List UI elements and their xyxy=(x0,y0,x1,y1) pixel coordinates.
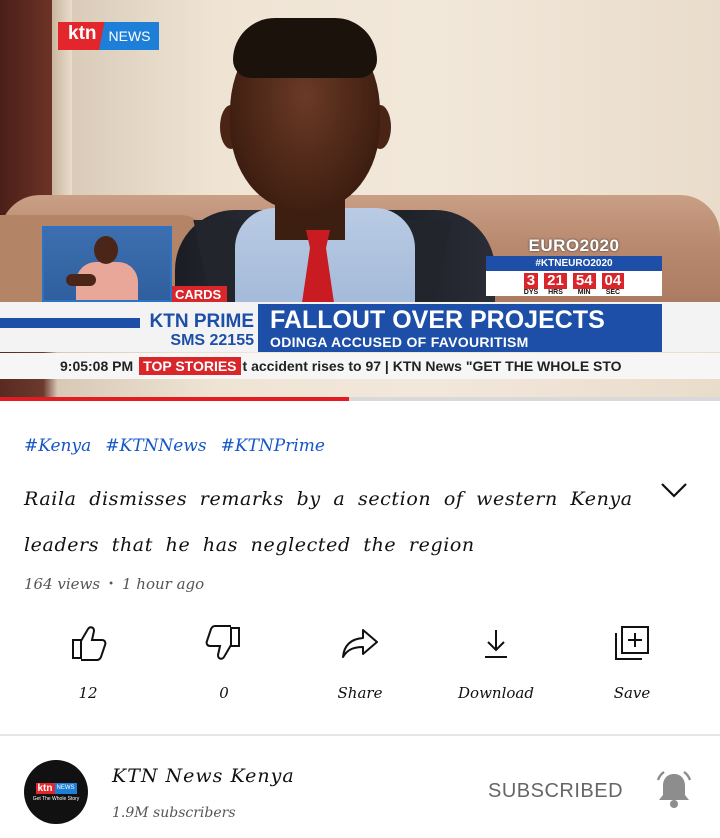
view-count: 164 views xyxy=(24,575,101,593)
hashtag-link[interactable]: #KTNNews xyxy=(105,436,206,456)
like-count: 12 xyxy=(78,684,98,702)
download-icon xyxy=(485,630,507,658)
chevron-down-icon[interactable] xyxy=(660,478,688,502)
cards-tag: CARDS xyxy=(172,286,228,302)
dislike-count: 0 xyxy=(219,684,229,702)
like-button[interactable]: 12 xyxy=(20,622,156,702)
channel-name[interactable]: KTN News Kenya xyxy=(112,765,295,787)
countdown-timer: 3 DYS 21 HRS 54 MIN 04 SEC xyxy=(486,271,662,296)
ktn-news-logo: ktn NEWS xyxy=(58,22,159,50)
program-name: KTN PRIME xyxy=(149,311,255,332)
action-bar: 12 0 Share Download Save xyxy=(20,622,700,702)
video-title[interactable]: Raila dismisses remarks by a section of … xyxy=(24,476,634,568)
video-player[interactable]: ktn NEWS EURO2020 #KTNEURO2020 3 DYS 21 … xyxy=(0,0,720,400)
save-button[interactable]: Save xyxy=(564,622,700,702)
euro-countdown: EURO2020 #KTNEURO2020 3 DYS 21 HRS 54 MI… xyxy=(486,236,662,296)
headline: FALLOUT OVER PROJECTS xyxy=(270,306,605,334)
video-meta: 164 views • 1 hour ago xyxy=(24,575,204,593)
ticker-time: 9:05:08 PM xyxy=(60,358,134,374)
ticker-text: t accident rises to 97 | KTN News "GET T… xyxy=(242,358,622,374)
subheadline: ODINGA ACCUSED OF FAVOURITISM xyxy=(270,334,529,350)
share-icon xyxy=(342,629,378,658)
countdown-hours: 21 HRS xyxy=(544,273,567,296)
share-button[interactable]: Share xyxy=(292,622,428,702)
presenter-figure xyxy=(175,18,495,330)
hashtag-list: #Kenya #KTNNews #KTNPrime xyxy=(24,436,325,456)
download-button[interactable]: Download xyxy=(428,622,564,702)
section-divider xyxy=(0,734,720,736)
news-ticker: 9:05:08 PM TOP STORIES t accident rises … xyxy=(0,353,720,379)
euro-hashtag: #KTNEURO2020 xyxy=(486,256,662,271)
share-label: Share xyxy=(337,684,383,702)
countdown-seconds: 04 SEC xyxy=(601,273,625,296)
video-progress-bar[interactable] xyxy=(0,397,720,401)
meta-separator: • xyxy=(108,578,114,590)
dislike-button[interactable]: 0 xyxy=(156,622,292,702)
upload-age: 1 hour ago xyxy=(122,575,205,593)
sign-language-inset xyxy=(42,226,172,302)
euro-title: EURO2020 xyxy=(528,236,620,255)
thumbs-up-icon xyxy=(72,626,107,661)
program-sms: SMS 22155 xyxy=(170,332,254,349)
ticker-tag: TOP STORIES xyxy=(139,357,241,375)
subscriber-count: 1.9M subscribers xyxy=(112,805,236,821)
countdown-minutes: 54 MIN xyxy=(572,273,596,296)
channel-avatar[interactable]: ktn NEWS Get The Whole Story xyxy=(24,760,88,824)
download-label: Download xyxy=(458,684,534,702)
program-label: KTN PRIME SMS 22155 xyxy=(134,311,255,350)
save-icon xyxy=(615,626,649,660)
subscribed-button[interactable]: SUBSCRIBED xyxy=(488,780,623,803)
hashtag-link[interactable]: #KTNPrime xyxy=(221,436,325,456)
hashtag-link[interactable]: #Kenya xyxy=(24,436,91,456)
save-label: Save xyxy=(613,684,651,702)
countdown-days: 3 DYS xyxy=(523,272,539,297)
video-progress-fill xyxy=(0,397,350,401)
bell-icon[interactable] xyxy=(652,768,696,812)
thumbs-down-icon xyxy=(205,625,240,660)
headline-box: FALLOUT OVER PROJECTS ODINGA ACCUSED OF … xyxy=(258,304,662,352)
